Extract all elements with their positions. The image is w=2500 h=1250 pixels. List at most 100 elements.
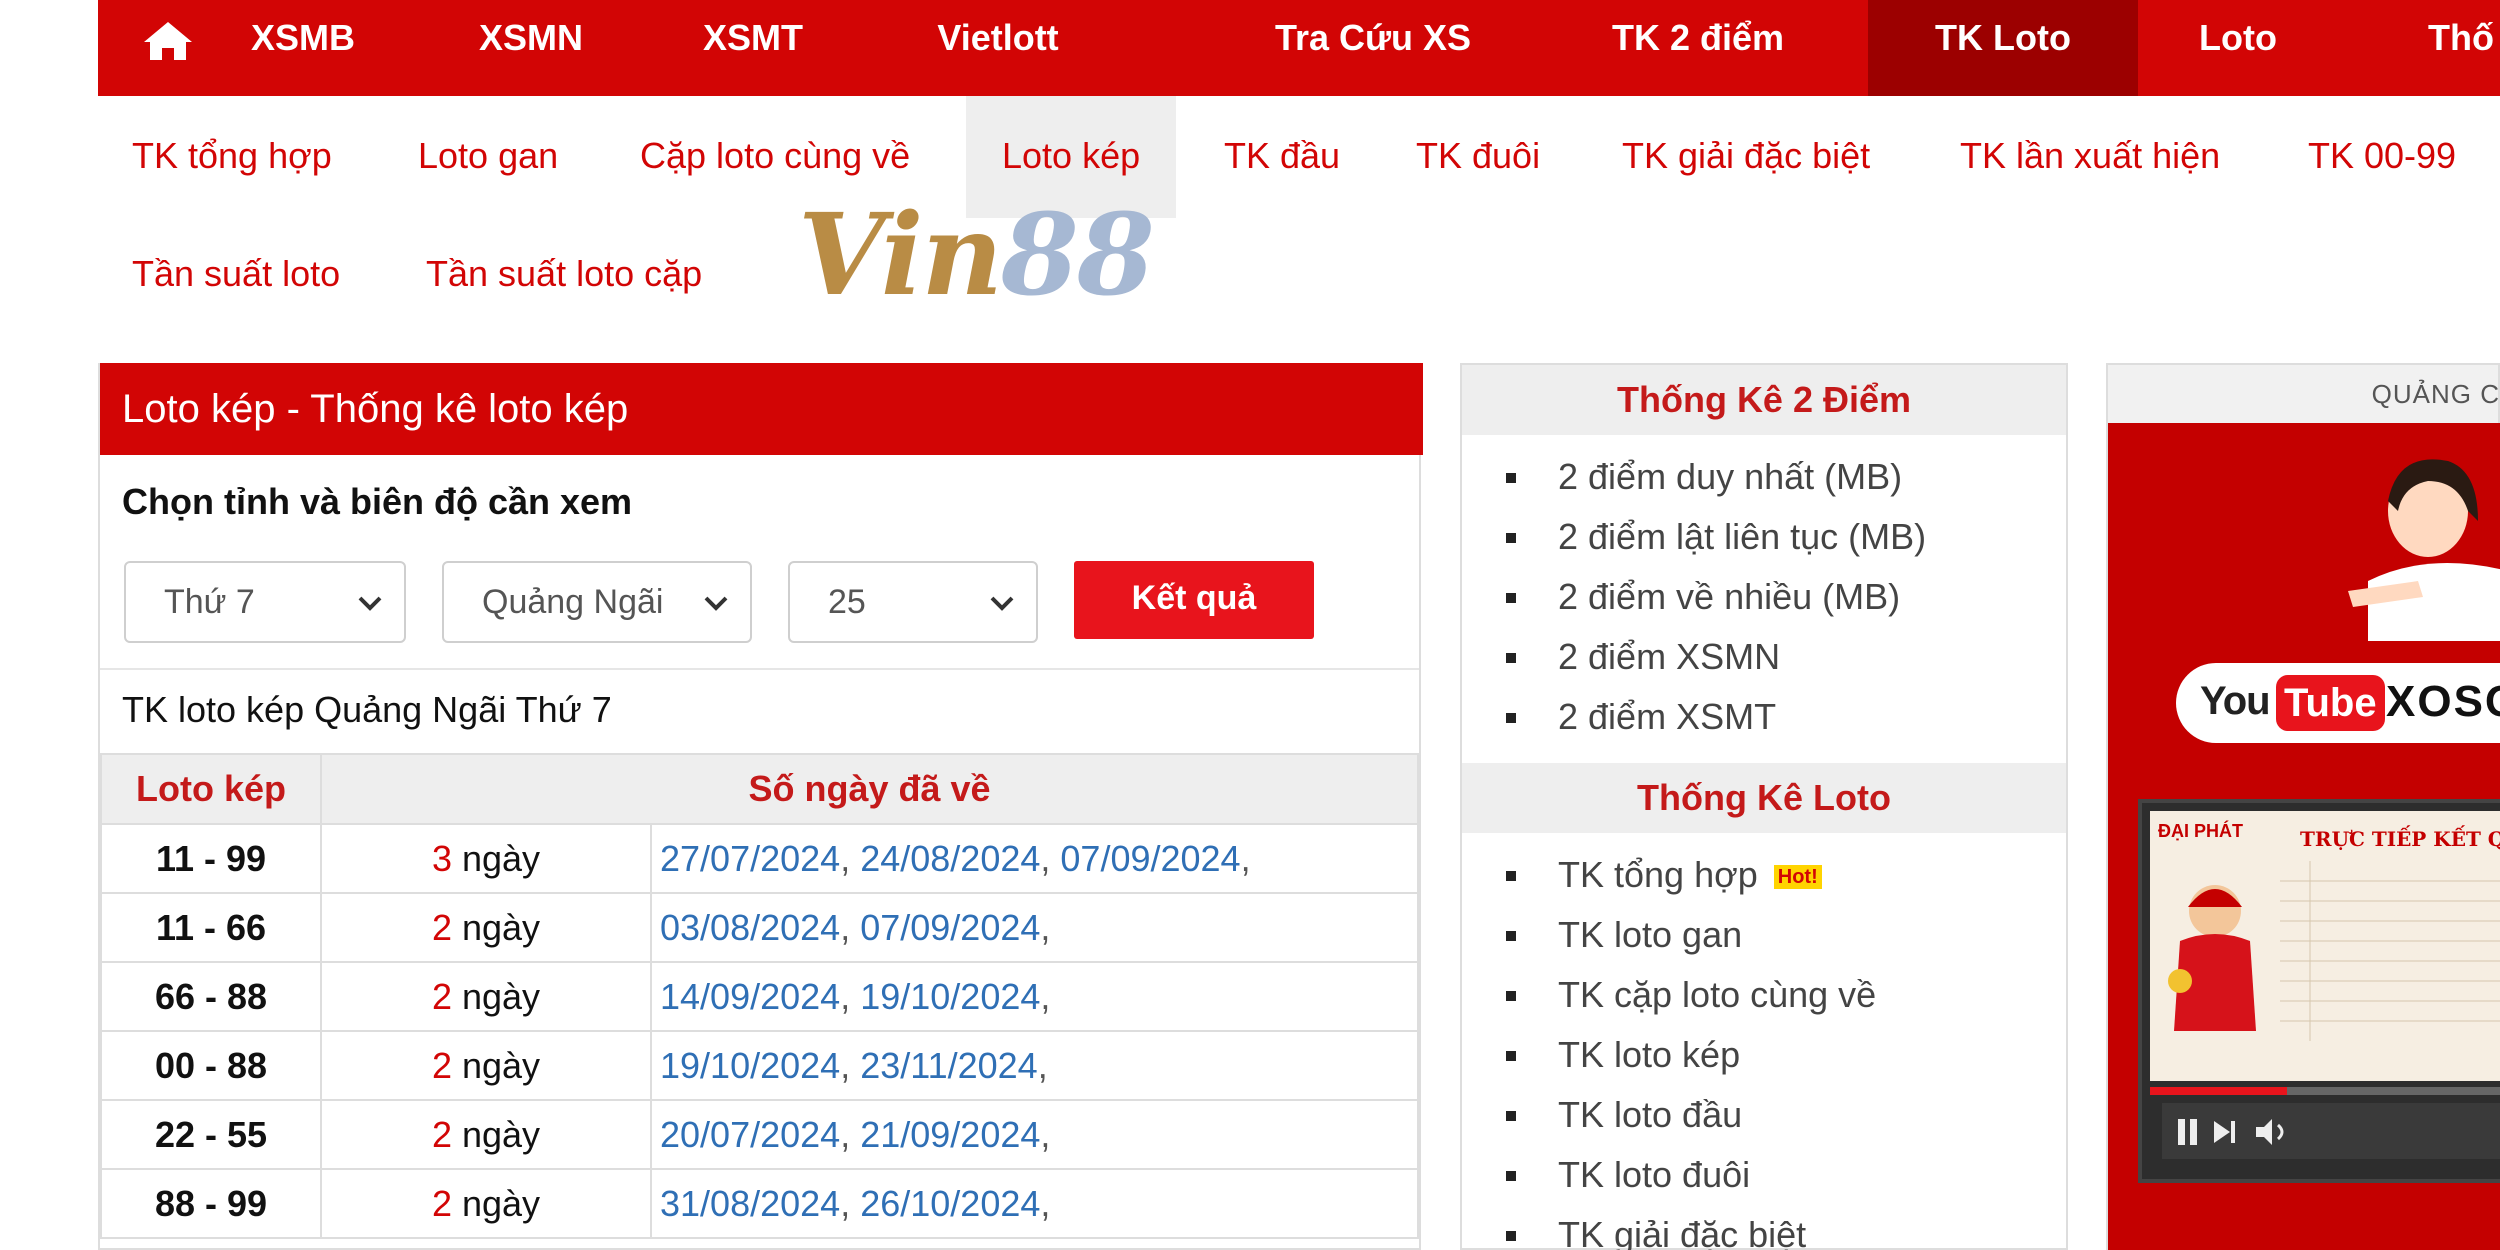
subnav-tk-duoi[interactable]: TK đuôi: [1416, 126, 1540, 186]
stats-sidebar: Thống Kê 2 Điểm 2 điểm duy nhất (MB) 2 đi…: [1460, 363, 2068, 1250]
home-icon[interactable]: [142, 20, 194, 62]
sidebar-link[interactable]: TK giải đặc biệt: [1462, 1205, 2066, 1250]
sidebar-title-2-diem: Thống Kê 2 Điểm: [1462, 365, 2066, 435]
chevron-down-icon: [704, 596, 728, 611]
sidebar-link-label: 2 điểm XSMN: [1558, 636, 1781, 677]
day-select[interactable]: Thứ 7: [124, 561, 406, 643]
sidebar-link[interactable]: 2 điểm duy nhất (MB): [1462, 447, 2066, 507]
video-progress-bar[interactable]: [2150, 1087, 2500, 1095]
table-body: 11 - 99 3 ngày 27/07/2024, 24/08/2024, 07/…: [100, 823, 1419, 1239]
logo-text-88: 88: [1000, 190, 1155, 321]
sidebar-link[interactable]: 2 điểm XSMT: [1462, 687, 2066, 747]
sidebar-link-label: TK tổng hợp: [1558, 854, 1758, 895]
dates-cell: 31/08/2024, 26/10/2024,: [650, 1168, 1419, 1239]
sidebar-link[interactable]: TK loto kép: [1462, 1025, 2066, 1085]
sidebar-title-loto: Thống Kê Loto: [1462, 763, 2066, 833]
sidebar-link[interactable]: TK loto đuôi: [1462, 1145, 2066, 1205]
dates-cell: 20/07/2024, 21/09/2024,: [650, 1099, 1419, 1170]
date-link[interactable]: 03/08/2024: [660, 907, 840, 948]
ad-banner[interactable]: QUẢNG C You Tube XOSO ĐẠI PHÁT TRỰC TIẾP…: [2106, 363, 2500, 1250]
ket-qua-button[interactable]: Kết quả: [1074, 561, 1314, 639]
loto-pair: 22 - 55: [100, 1099, 322, 1170]
subnav-tan-suat-loto-cap[interactable]: Tần suất loto cặp: [426, 244, 702, 304]
result-title: TK loto kép Quảng Ngãi Thứ 7: [100, 668, 1419, 752]
date-link[interactable]: 07/09/2024: [860, 907, 1040, 948]
nav-tk-loto[interactable]: TK Loto: [1868, 0, 2138, 96]
page-title: Loto kép - Thống kê loto kép: [100, 363, 1423, 455]
vin88-logo[interactable]: Vin88: [798, 198, 1158, 314]
sidebar-link-label: 2 điểm về nhiều (MB): [1558, 576, 1901, 617]
bullet-icon: [1506, 1231, 1516, 1241]
range-select-value: 25: [828, 583, 866, 621]
nav-xsmt[interactable]: XSMT: [698, 0, 808, 96]
days-number: 2: [431, 1044, 452, 1086]
province-select[interactable]: Quảng Ngãi: [442, 561, 752, 643]
date-link[interactable]: 14/09/2024: [660, 976, 840, 1017]
date-link[interactable]: 20/07/2024: [660, 1114, 840, 1155]
date-link[interactable]: 19/10/2024: [860, 976, 1040, 1017]
nav-thong-ke[interactable]: Thố: [2428, 0, 2500, 96]
range-select[interactable]: 25: [788, 561, 1038, 643]
date-link[interactable]: 19/10/2024: [660, 1045, 840, 1086]
logo-text-vin: Vin: [798, 190, 1003, 321]
sidebar-list-loto: TK tổng hợp Hot! TK loto gan TK cặp loto c…: [1462, 845, 2066, 1250]
date-link[interactable]: 23/11/2024: [860, 1045, 1038, 1086]
table-row: 11 - 99 3 ngày 27/07/2024, 24/08/2024, 07/…: [100, 823, 1419, 894]
days-number: 2: [431, 1113, 452, 1155]
player-controls-icons[interactable]: [2176, 1115, 2296, 1149]
subnav-tk-giai-dac-biet[interactable]: TK giải đặc biệt: [1622, 126, 1870, 186]
date-link[interactable]: 07/09/2024: [1060, 838, 1240, 879]
subnav-tk-00-99[interactable]: TK 00-99: [2308, 126, 2456, 186]
sidebar-link[interactable]: 2 điểm lật liên tục (MB): [1462, 507, 2066, 567]
nav-tk-2-diem[interactable]: TK 2 điểm: [1598, 0, 1798, 96]
youtube-tube: Tube: [2276, 675, 2385, 731]
loto-pair: 11 - 99: [100, 823, 322, 894]
subnav-cap-loto-cung-ve[interactable]: Cặp loto cùng về: [640, 126, 910, 186]
bullet-icon: [1506, 713, 1516, 723]
bullet-icon: [1506, 593, 1516, 603]
subnav-tk-dau[interactable]: TK đầu: [1224, 126, 1340, 186]
subnav-loto-gan[interactable]: Loto gan: [418, 126, 558, 186]
video-player[interactable]: ĐẠI PHÁT TRỰC TIẾP KẾT QU: [2138, 799, 2500, 1183]
date-link[interactable]: 27/07/2024: [660, 838, 840, 879]
video-brand: ĐẠI PHÁT: [2158, 821, 2243, 841]
nav-xsmn[interactable]: XSMN: [476, 0, 586, 96]
sidebar-link[interactable]: TK cặp loto cùng về: [1462, 965, 2066, 1025]
subnav-tan-suat-loto[interactable]: Tần suất loto: [132, 244, 340, 304]
date-link[interactable]: 26/10/2024: [860, 1183, 1040, 1224]
nav-vietlott[interactable]: Vietlott: [918, 0, 1078, 96]
sidebar-link[interactable]: TK tổng hợp Hot!: [1462, 845, 2066, 905]
subnav-tk-lan-xuat-hien[interactable]: TK lần xuất hiện: [1960, 126, 2220, 186]
days-count: 3 ngày: [320, 823, 652, 894]
sidebar-link[interactable]: 2 điểm về nhiều (MB): [1462, 567, 2066, 627]
days-unit: ngày: [461, 837, 541, 879]
days-unit: ngày: [461, 1113, 541, 1155]
ad-body[interactable]: You Tube XOSO ĐẠI PHÁT TRỰC TIẾP KẾT QU: [2108, 423, 2500, 1250]
sidebar-list-2-diem: 2 điểm duy nhất (MB) 2 điểm lật liên tục …: [1462, 447, 2066, 747]
video-controls: [2162, 1103, 2500, 1159]
table-row: 22 - 55 2 ngày 20/07/2024, 21/09/2024,: [100, 1099, 1419, 1170]
date-link[interactable]: 31/08/2024: [660, 1183, 840, 1224]
subnav-tk-tong-hop[interactable]: TK tổng hợp: [132, 126, 332, 186]
days-count: 2 ngày: [320, 1030, 652, 1101]
nav-loto[interactable]: Loto: [2188, 0, 2288, 96]
nav-xsmb[interactable]: XSMB: [248, 0, 358, 96]
bullet-icon: [1506, 1171, 1516, 1181]
nav-tra-cuu-xs[interactable]: Tra Cứu XS: [1258, 0, 1488, 96]
hot-badge: Hot!: [1773, 865, 1822, 890]
days-number: 3: [431, 837, 452, 879]
sidebar-link-label: TK loto kép: [1558, 1034, 1741, 1075]
date-link[interactable]: 24/08/2024: [860, 838, 1040, 879]
sidebar-link[interactable]: TK loto gan: [1462, 905, 2066, 965]
channel-name: XOSO: [2386, 677, 2500, 726]
bullet-icon: [1506, 1111, 1516, 1121]
sidebar-link[interactable]: TK loto đầu: [1462, 1085, 2066, 1145]
sidebar-link-label: TK cặp loto cùng về: [1558, 974, 1877, 1015]
youtube-badge[interactable]: You Tube XOSO: [2176, 663, 2500, 743]
loto-pair: 00 - 88: [100, 1030, 322, 1101]
sidebar-link-label: 2 điểm lật liên tục (MB): [1558, 516, 1927, 557]
date-link[interactable]: 21/09/2024: [860, 1114, 1040, 1155]
header-so-ngay-da-ve: Số ngày đã về: [320, 753, 1419, 825]
sidebar-link[interactable]: 2 điểm XSMN: [1462, 627, 2066, 687]
dates-cell: 14/09/2024, 19/10/2024,: [650, 961, 1419, 1032]
